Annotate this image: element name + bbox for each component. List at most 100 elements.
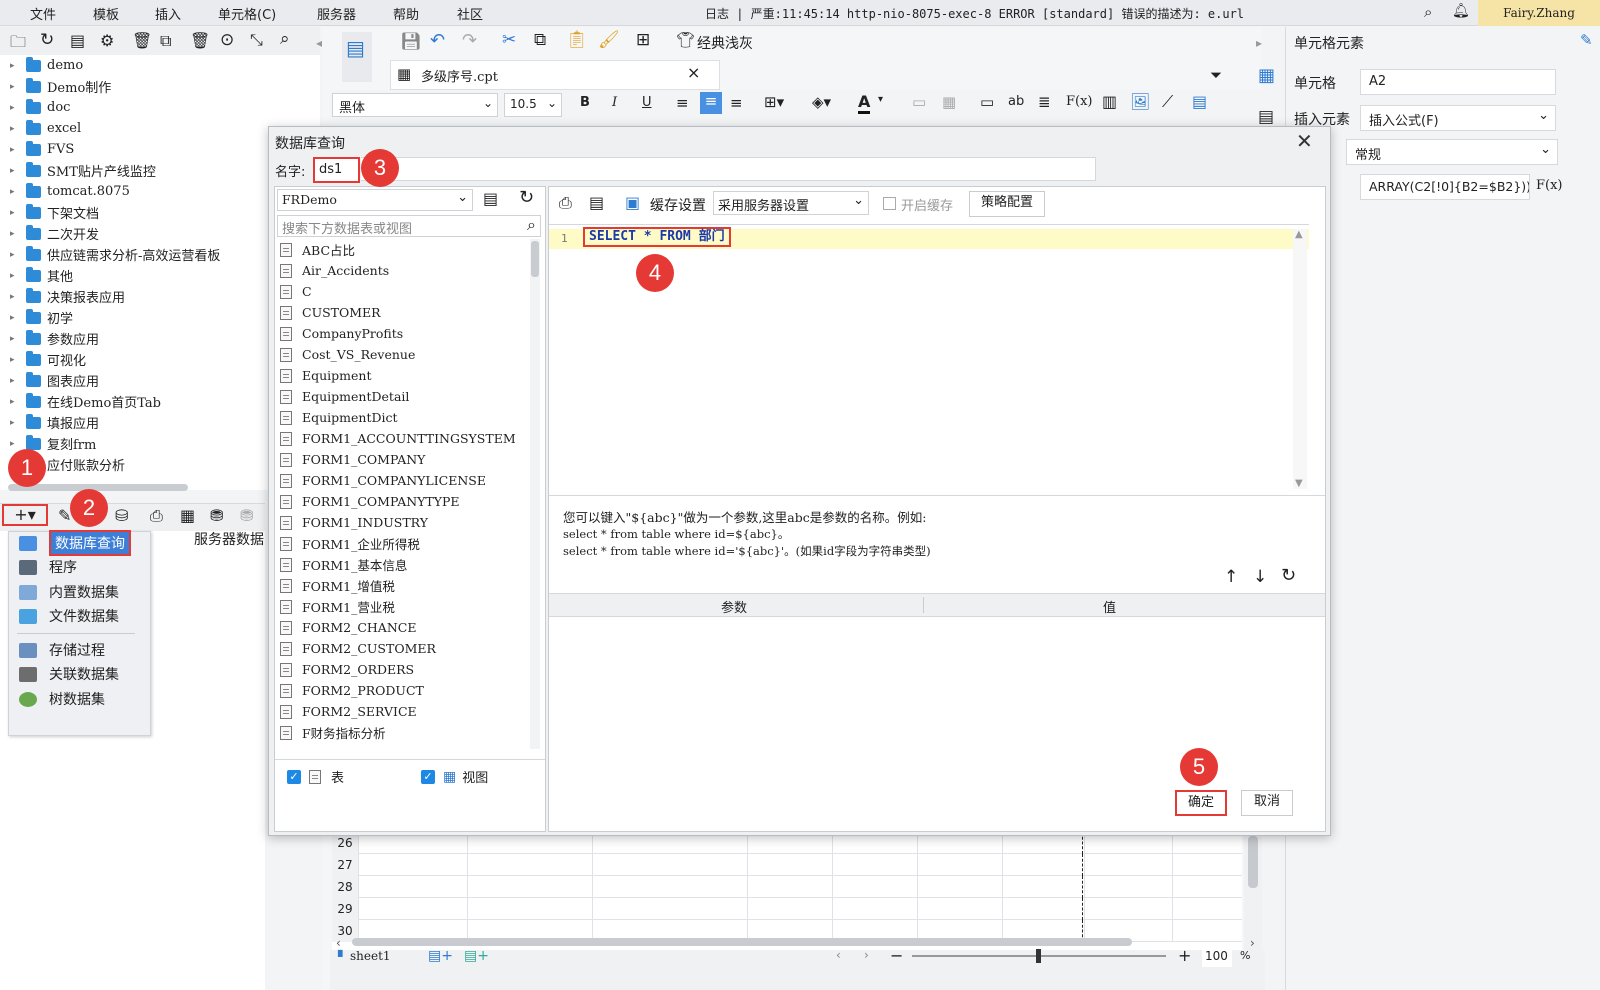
menu-file[interactable]: 文件 [30,4,56,23]
tree-item[interactable]: ▸ 其他 [10,265,73,286]
add-form-sheet-icon[interactable]: ▤+ [464,948,489,964]
table-search-input[interactable]: 搜索下方数据表或视图 ⌕ [277,215,541,237]
chart-icon[interactable]: ▥ [1102,92,1117,111]
image-icon[interactable]: 🖼︎ [1130,92,1150,111]
table-item[interactable]: FORM1_COMPANY [280,449,425,470]
table-item[interactable]: FORM2_CUSTOMER [280,638,436,659]
checkbox-table[interactable]: ✓ [287,769,301,784]
italic-icon[interactable]: I [612,95,617,110]
name-input[interactable]: ds1 [313,157,360,183]
refresh-icon[interactable]: ↻ [519,187,534,208]
formula-fx-icon[interactable]: F(x) [1536,178,1563,193]
formula-field[interactable]: ARRAY(C2[!0]{B2=$B2})) [1360,174,1530,200]
cache-select[interactable]: 采用服务器设置 ⌄ [713,191,869,215]
cut-icon[interactable]: ✂ [502,30,516,50]
add-sheet-icon[interactable]: ▤+ [428,948,453,964]
align-center-icon[interactable]: ≡ [700,92,722,114]
table-item[interactable]: FORM1_INDUSTRY [280,512,428,533]
user-name[interactable]: Fairy.Zhang [1478,0,1600,26]
zoom-in-icon[interactable]: + [1178,946,1191,965]
expand-arrow-icon[interactable]: ▸ [10,82,20,92]
collapse-left-icon[interactable]: ◂ [316,36,322,50]
expand-arrow-icon[interactable]: ▸ [10,439,20,449]
expand-arrow-icon[interactable]: ▸ [10,376,20,386]
tree-item[interactable]: ▸ 二次开发 [10,223,99,244]
sql-scrollbar[interactable]: ▲ ▼ [1293,229,1307,489]
tree-item[interactable]: ▸ tomcat.8075 [10,181,130,202]
search-icon[interactable]: ⌕ [527,215,536,235]
strategy-button[interactable]: 策略配置 [969,191,1045,217]
refresh-params-icon[interactable]: ↻ [1281,565,1296,586]
sheet-tab[interactable]: sheet1 [350,949,391,963]
tree-item[interactable]: ▸ 图表应用 [10,370,99,391]
insert-element-select[interactable]: 插入公式(F) ⌄ [1360,105,1556,131]
move-down-icon[interactable]: ↓ [1253,567,1267,587]
table-item[interactable]: Air_Accidents [280,260,389,281]
expand-arrow-icon[interactable]: ▸ [10,292,20,302]
expand-arrow-icon[interactable]: ▸ [10,418,20,428]
save-icon[interactable]: 💾︎ [400,32,422,52]
cancel-button[interactable]: 取消 [1241,790,1293,816]
name-input-ext[interactable] [361,157,1096,181]
zoom-out-icon[interactable]: − [890,946,903,965]
scroll-down-icon[interactable]: ▼ [1295,478,1303,489]
vertical-scrollbar[interactable] [1244,832,1262,952]
expand-arrow-icon[interactable]: ▸ [10,124,20,134]
menu-builtin-dataset[interactable]: 内置数据集 [19,581,119,603]
spreadsheet-grid[interactable]: 26 27 28 29 30 [332,832,1242,952]
menu-cell[interactable]: 单元格(C) [218,4,276,23]
find-icon[interactable]: ⌕ [280,29,290,49]
dataset-panel-toggle[interactable]: ▤ [342,32,372,82]
formula-icon[interactable]: F(x) [1066,94,1093,109]
copy-format-icon[interactable]: ⧉ [534,30,546,50]
tree-item[interactable]: ▸ SMT贴片产线监控 [10,160,156,181]
merge-icon[interactable]: ▭ [912,93,926,111]
theme-icon[interactable]: 👕︎ [676,31,695,49]
trash-icon[interactable]: 🗑 [190,31,210,50]
side-tab-cell[interactable]: ▦ [1246,59,1284,93]
template-icon[interactable]: ⊞ [636,30,650,50]
ok-button[interactable]: 确定 [1175,790,1227,816]
scroll-left-icon[interactable]: ‹ [336,936,341,950]
table-item[interactable]: ABC占比 [280,239,355,260]
tree-item[interactable]: ▸ 可视化 [10,349,86,370]
align-left-icon[interactable]: ≡ [676,94,689,112]
underline-icon[interactable]: U [642,95,652,110]
table-item[interactable]: C [280,281,312,302]
edit-pencil-icon[interactable]: ✎ [1580,31,1593,49]
paste-icon[interactable]: 📋︎ [566,30,588,50]
expand-arrow-icon[interactable]: ▸ [10,61,20,71]
edit-connection-icon[interactable]: ▤ [483,189,498,208]
table-item[interactable]: CompanyProfits [280,323,403,344]
menu-db-query[interactable]: 数据库查询 [19,530,131,556]
expand-arrow-icon[interactable]: ▸ [10,103,20,113]
expand-arrow-icon[interactable]: ▸ [10,334,20,344]
save-sql-icon[interactable]: ▤ [589,193,604,212]
table-item[interactable]: EquipmentDict [280,407,398,428]
table-item[interactable]: FORM1_COMPANYLICENSE [280,470,486,491]
expand-right-icon[interactable]: ▸ [1256,36,1262,50]
bold-icon[interactable]: B [580,95,590,110]
unmerge-icon[interactable]: ▦ [942,93,956,111]
text-icon[interactable]: ab [1008,94,1024,109]
filter-view[interactable]: ✓ ▦ 视图 [421,767,488,786]
new-folder-icon[interactable]: 🗀 [10,31,26,58]
scroll-thumb[interactable] [1248,836,1258,888]
table-item[interactable]: FORM2_ORDERS [280,659,414,680]
font-select[interactable]: 黑体 ⌄ [332,93,498,117]
prev-sheet-icon[interactable]: ‹ [836,948,841,962]
table-item[interactable]: FORM1_基本信息 [280,554,407,575]
menu-help[interactable]: 帮助 [393,4,419,23]
expand-arrow-icon[interactable]: ▸ [10,208,20,218]
table-item[interactable]: FORM2_CHANCE [280,617,416,638]
fill-color-icon[interactable]: ◈▾ [812,93,831,111]
menu-insert[interactable]: 插入 [155,4,181,23]
undo-icon[interactable]: ↶ [430,30,445,51]
add-dataset-button[interactable]: +▾ [2,504,48,526]
tree-item[interactable]: ▸ excel [10,118,81,139]
theme-label[interactable]: 经典浅灰 [697,33,753,53]
cell-field[interactable]: A2 [1360,69,1556,95]
insert-row-icon[interactable]: ▭ [980,93,994,111]
expand-arrow-icon[interactable]: ▸ [10,145,20,155]
row-number[interactable]: 27 [332,854,358,876]
